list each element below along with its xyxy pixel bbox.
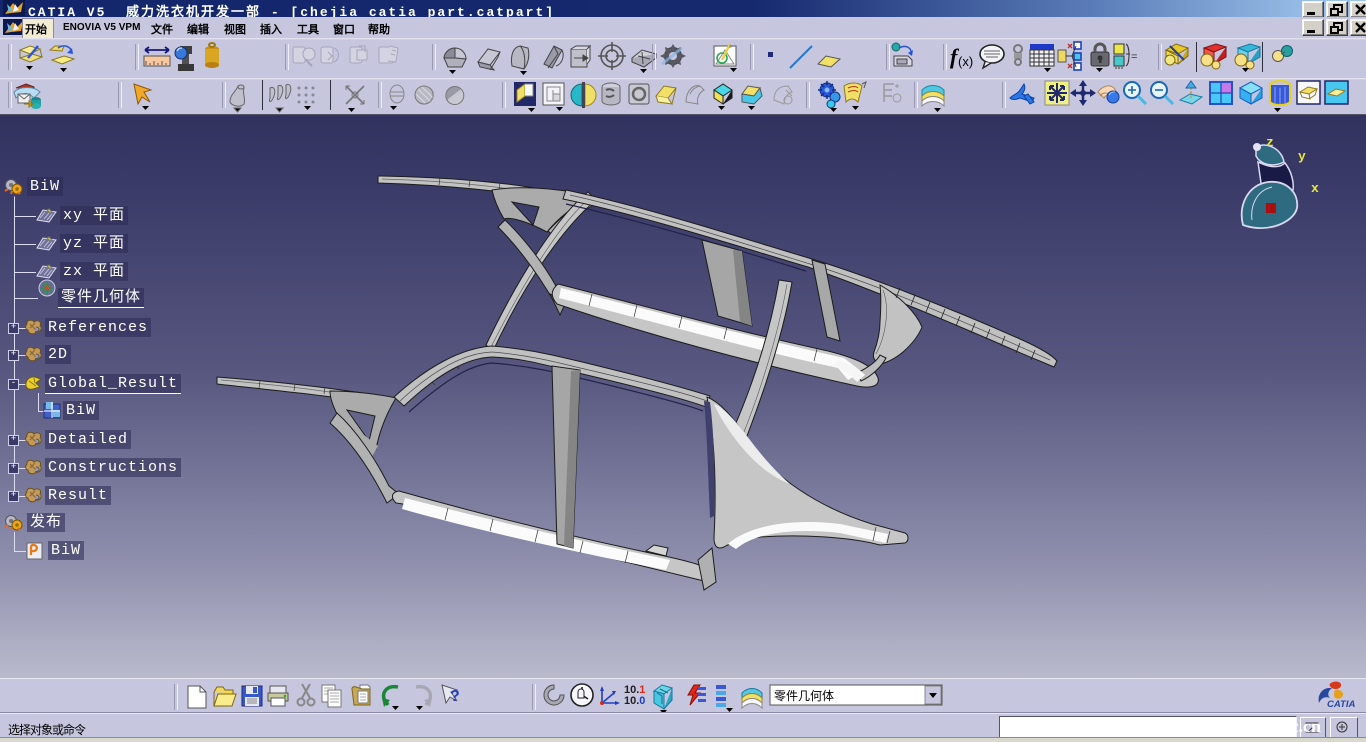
svg-text:y: y [1298, 149, 1306, 164]
svg-text:?: ? [450, 688, 460, 705]
svg-text:x: x [1311, 181, 1319, 196]
svg-text:=: = [1131, 51, 1137, 63]
svg-text:零件几何体: 零件几何体 [774, 689, 834, 703]
svg-text:CATIA: CATIA [1327, 699, 1355, 710]
svg-text:z: z [1266, 135, 1274, 150]
svg-text:(x): (x) [958, 54, 973, 69]
svg-text:10.0: 10.0 [624, 695, 645, 707]
